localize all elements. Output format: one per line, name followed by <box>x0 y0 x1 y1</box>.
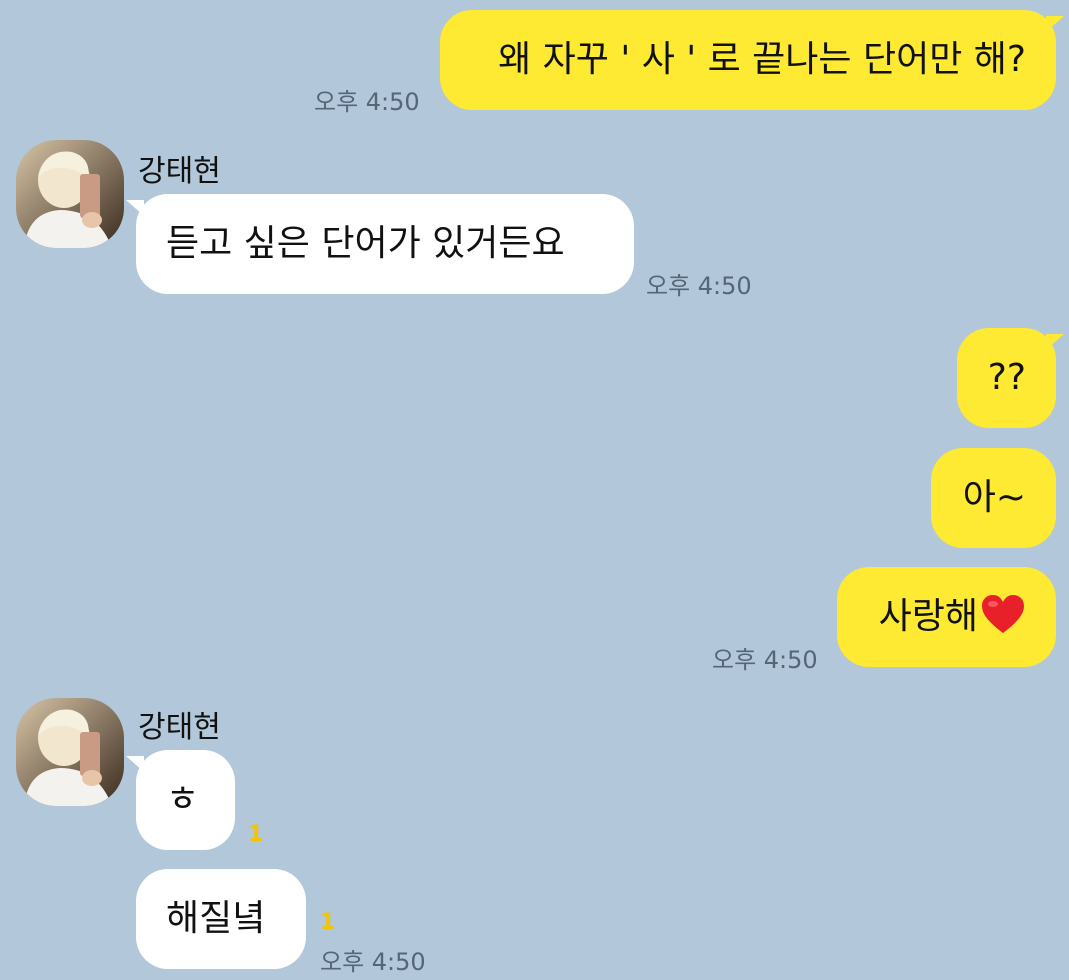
message-bubble-received[interactable]: 해질녘 <box>136 869 306 969</box>
profile-avatar[interactable] <box>16 140 124 248</box>
profile-avatar[interactable] <box>16 698 124 806</box>
profile-photo-icon <box>16 698 124 806</box>
bubble-tail <box>1046 16 1064 32</box>
heart-emoji-icon <box>980 593 1026 641</box>
unread-count: 1 <box>320 910 336 935</box>
message-text: 듣고 싶은 단어가 있거든요 <box>166 223 565 264</box>
message-bubble-sent[interactable]: 사랑해 <box>837 567 1056 667</box>
message-text: ?? <box>987 357 1026 398</box>
message-timestamp: 오후 4:50 <box>320 948 426 976</box>
message-bubble-received[interactable]: ㅎ <box>136 750 235 850</box>
bubble-tail <box>1046 334 1064 350</box>
sender-name: 강태현 <box>138 154 221 189</box>
message-text: 아~ <box>962 477 1026 518</box>
sender-name: 강태현 <box>138 710 221 745</box>
message-text: 왜 자꾸 ' 사 ' 로 끝나는 단어만 해? <box>498 39 1026 80</box>
message-text: 해질녘 <box>166 898 266 939</box>
message-text: 사랑해 <box>878 596 978 637</box>
profile-photo-icon <box>16 140 124 248</box>
message-bubble-received[interactable]: 듣고 싶은 단어가 있거든요 <box>136 194 634 294</box>
message-text: ㅎ <box>166 779 200 820</box>
message-timestamp: 오후 4:50 <box>712 646 818 674</box>
message-timestamp: 오후 4:50 <box>314 88 420 116</box>
message-timestamp: 오후 4:50 <box>646 272 752 300</box>
message-bubble-sent[interactable]: ?? <box>957 328 1056 428</box>
message-bubble-sent[interactable]: 왜 자꾸 ' 사 ' 로 끝나는 단어만 해? <box>440 10 1056 110</box>
message-bubble-sent[interactable]: 아~ <box>931 448 1056 548</box>
unread-count: 1 <box>248 822 264 847</box>
